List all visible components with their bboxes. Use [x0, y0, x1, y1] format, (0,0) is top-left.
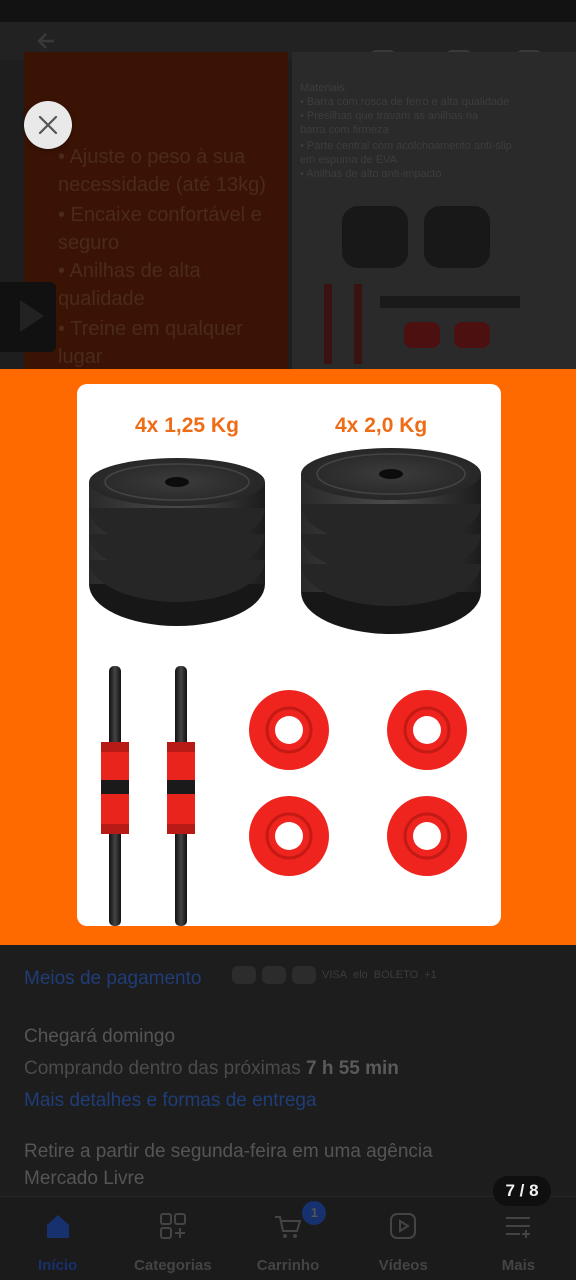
close-icon [38, 115, 58, 135]
image-counter: 7 / 8 [493, 1176, 551, 1206]
back-arrow-icon [37, 33, 54, 49]
bottom-navigation: Início Categorias 1 Carrinho Vídeos Mais [0, 1196, 576, 1280]
delivery-details-link[interactable]: Mais detalhes e formas de entrega [24, 1090, 317, 1112]
promo-line: • Treine em qualquer [58, 318, 243, 340]
dumbbell-bar [167, 666, 195, 926]
video-icon [390, 1213, 417, 1239]
spec-line: Materiais: [300, 82, 348, 94]
promo-line: seguro [58, 232, 120, 254]
nav-item-categorias[interactable]: Categorias [115, 1197, 230, 1280]
promo-line: qualidade [58, 288, 145, 310]
dumbbell-bar [101, 666, 129, 926]
image-viewer[interactable]: 4x 1,25 Kg 4x 2,0 Kg [0, 369, 576, 945]
nav-label: Vídeos [378, 1257, 428, 1274]
payment-icon [262, 966, 286, 984]
spec-line: • Presilhas que travam as anilhas na [300, 110, 479, 122]
red-collar [387, 796, 467, 876]
nav-item-carrinho[interactable]: 1 Carrinho [230, 1197, 345, 1280]
weight-plate-thumb [342, 206, 408, 268]
close-button[interactable] [24, 101, 72, 149]
delivery-countdown: Comprando dentro das próximas 7 h 55 min [24, 1058, 399, 1080]
more-menu-icon [506, 1217, 531, 1238]
promo-line: • Ajuste o peso à sua [58, 146, 246, 168]
spec-line: • Barra com rosca de ferro e alta qualid… [300, 96, 510, 108]
promo-line: • Anilhas de alta [58, 260, 201, 282]
product-photo: 4x 1,25 Kg 4x 2,0 Kg [77, 384, 501, 926]
pickup-line: Retire a partir de segunda-feira em uma … [24, 1141, 433, 1162]
collar-thumb [404, 322, 440, 348]
promo-line: lugar [58, 346, 103, 368]
weight-plates-2-0kg [301, 448, 481, 634]
payment-icon [232, 966, 256, 984]
spec-line: em espuma de EVA [300, 154, 398, 166]
weight-plate-thumb [424, 206, 490, 268]
nav-item-mais[interactable]: Mais [461, 1197, 576, 1280]
red-collar [249, 796, 329, 876]
nav-label: Categorias [134, 1257, 212, 1274]
promo-line: necessidade (até 13kg) [58, 174, 266, 196]
promo-image: • Ajuste o peso à sua necessidade (até 1… [24, 52, 288, 370]
categories-icon [159, 1213, 186, 1239]
collar-thumb [454, 322, 490, 348]
play-icon [20, 300, 44, 332]
cart-icon [275, 1216, 302, 1238]
weight-plates-1-25kg [89, 458, 265, 626]
nav-label: Carrinho [256, 1257, 320, 1274]
spec-line: barra com firmeza [300, 124, 389, 136]
nav-item-inicio[interactable]: Início [0, 1197, 115, 1280]
cart-badge: 1 [302, 1201, 327, 1225]
visa-icon: VISA [322, 969, 348, 981]
more-payments-icon: +1 [424, 969, 437, 981]
home-icon [46, 1215, 69, 1238]
payment-icons: VISA elo BOLETO +1 [232, 966, 437, 984]
bar-thumb [380, 296, 520, 308]
bar-thumb [354, 284, 362, 364]
nav-label: Início [38, 1257, 78, 1274]
nav-item-videos[interactable]: Vídeos [346, 1197, 461, 1280]
pickup-line: Mercado Livre [24, 1168, 145, 1189]
red-collar [387, 690, 467, 770]
bar-thumb [324, 284, 332, 364]
boleto-icon: BOLETO [373, 969, 419, 981]
delivery-time: 7 h 55 min [305, 1058, 399, 1079]
payment-methods-link[interactable]: Meios de pagamento [24, 968, 201, 990]
promo-line: • Encaixe confortável e [58, 204, 262, 226]
delivery-title: Chegará domingo [24, 1026, 176, 1047]
spec-line: • Anilhas de alto anti-impacto [300, 168, 442, 180]
payment-icon [292, 966, 316, 984]
nav-label: Mais [501, 1257, 536, 1274]
elo-icon: elo [353, 969, 368, 981]
dumbbell-kit-illustration [89, 448, 481, 926]
delivery-prefix: Comprando dentro das próximas [24, 1058, 301, 1079]
red-collar [249, 690, 329, 770]
status-bar [0, 0, 576, 22]
spec-line: • Parte central com acolchoamento anti-s… [300, 140, 512, 152]
